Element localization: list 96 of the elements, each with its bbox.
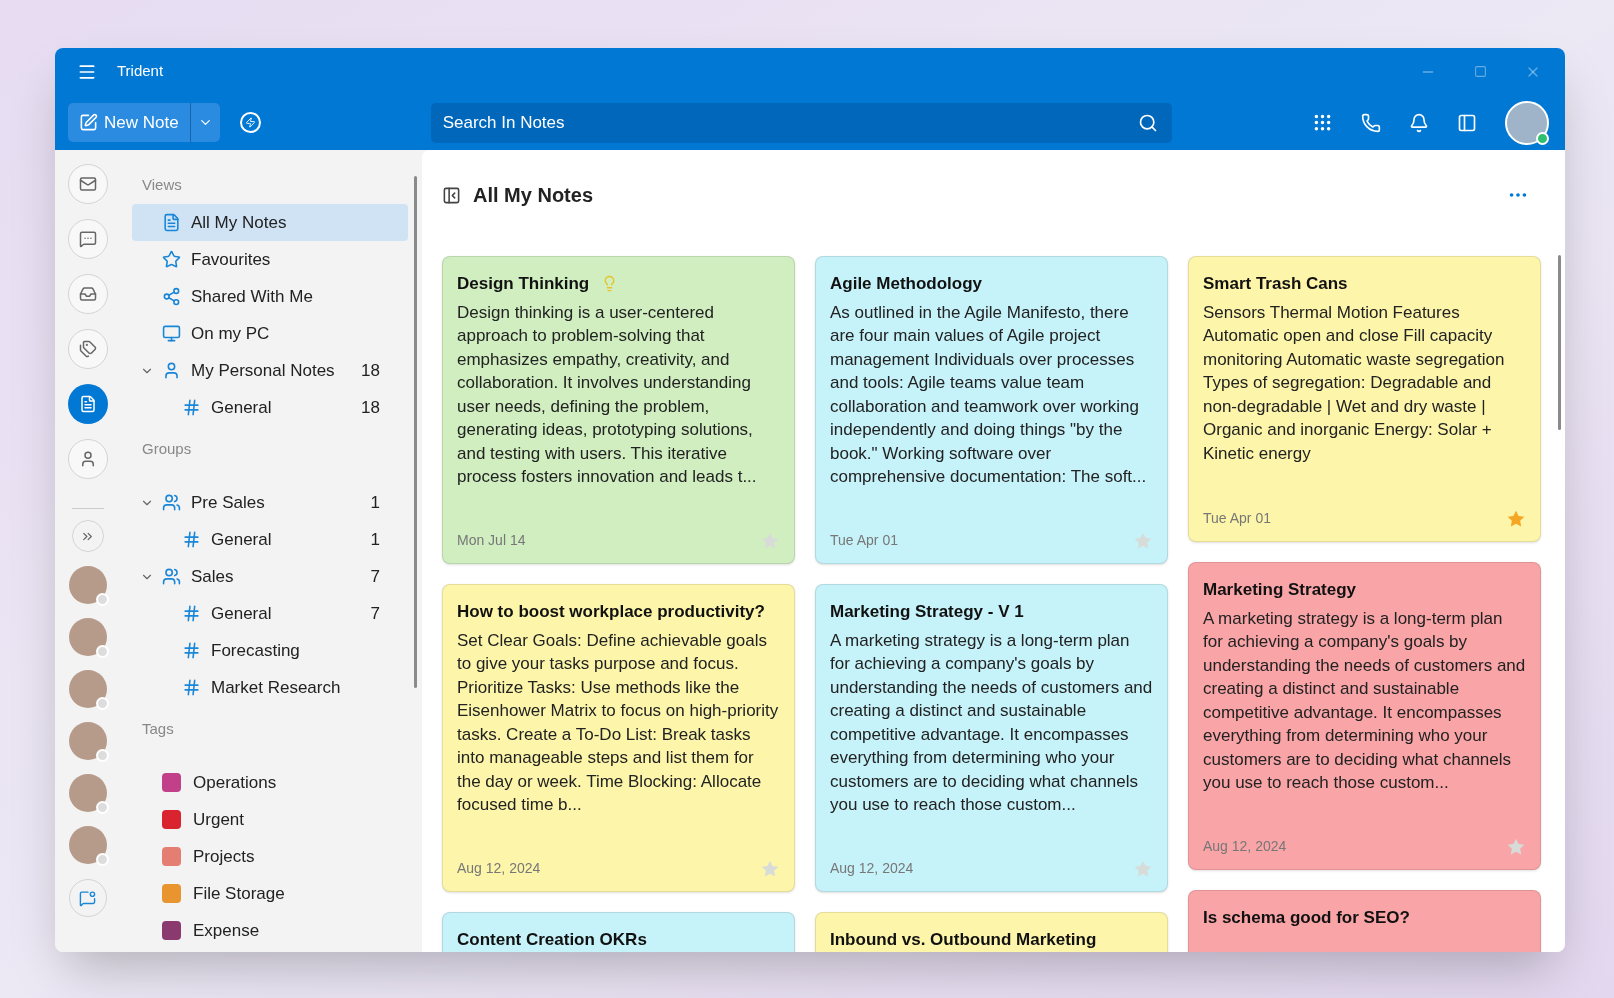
panel-icon[interactable]: [1457, 112, 1477, 133]
apps-grid-icon[interactable]: [1312, 112, 1333, 133]
note-date: Tue Apr 01: [830, 531, 898, 550]
section-heading: Tags: [141, 719, 175, 739]
mail-icon: [78, 175, 97, 193]
hash-icon: [182, 398, 201, 417]
note-title: Content Creation OKRs: [457, 929, 647, 951]
sidebar-item[interactable]: Shared With Me: [132, 278, 408, 315]
note-card[interactable]: [442, 584, 795, 892]
note-card[interactable]: [815, 256, 1168, 564]
tag-item[interactable]: Projects: [132, 838, 408, 875]
search-field[interactable]: Search In Notes: [430, 102, 1172, 143]
contact-avatar[interactable]: [68, 722, 107, 760]
lightning-button[interactable]: [239, 112, 261, 133]
section-heading: Views: [141, 175, 183, 195]
note-card[interactable]: Inbound vs. Outbound Marketing: [815, 912, 1168, 952]
phone-icon[interactable]: [1361, 112, 1381, 133]
note-icon: [162, 213, 181, 232]
note-card[interactable]: [442, 256, 795, 564]
contact-avatar[interactable]: [68, 618, 107, 656]
hash-icon: [182, 530, 201, 549]
note-date: Aug 12, 2024: [457, 859, 541, 878]
sidebar-item[interactable]: Favourites: [132, 241, 408, 278]
chat-icon: [79, 889, 96, 907]
tray-icon: [78, 285, 97, 303]
channel-item[interactable]: Market Research: [132, 669, 408, 706]
rail-button[interactable]: [67, 439, 108, 479]
note-title: Design Thinking: [457, 273, 590, 295]
rail-button[interactable]: [67, 329, 108, 369]
tag-icon: [78, 340, 97, 358]
note-title: Marketing Strategy: [1203, 579, 1357, 601]
note-card[interactable]: [815, 584, 1168, 892]
hash-icon: [182, 604, 201, 623]
note-card[interactable]: Is schema good for SEO?: [1188, 890, 1541, 952]
note-icon: [78, 395, 97, 413]
note-title: Agile Methodology: [830, 273, 983, 295]
share-icon: [162, 287, 181, 306]
sidebar-item[interactable]: On my PC: [132, 315, 408, 352]
note-date: Mon Jul 14: [457, 531, 526, 550]
panel-title: All My Notes: [473, 183, 594, 208]
channel-item[interactable]: General 7: [132, 595, 408, 632]
rail-button[interactable]: [67, 164, 108, 204]
bell-icon[interactable]: [1409, 112, 1429, 133]
search-icon[interactable]: [1137, 112, 1158, 133]
scrollbar[interactable]: [1558, 255, 1561, 430]
note-title: Smart Trash Cans: [1203, 273, 1348, 295]
hash-icon: [182, 678, 201, 697]
tag-item[interactable]: Urgent: [132, 801, 408, 838]
person-icon: [162, 361, 181, 380]
rail-button[interactable]: [67, 274, 108, 314]
sidebar-item[interactable]: My Personal Notes 18: [132, 352, 408, 389]
note-title: Inbound vs. Outbound Marketing: [830, 929, 1097, 951]
note-date: Tue Apr 01: [1203, 509, 1271, 528]
sidebar-item[interactable]: Pre Sales 1: [132, 484, 408, 521]
contact-avatar[interactable]: [68, 774, 107, 812]
people-icon: [162, 567, 181, 586]
pen-square-icon: [79, 113, 98, 132]
star-icon: [162, 250, 181, 269]
chat-icon: [78, 230, 97, 248]
note-body: As outlined in the Agile Manifesto, there are four main values of Agile project management Individuals over processes and tools: Agile teams value team collaboration and teamwork over working independently and doing things "by the book." Working software over comprehensive documentation: The soft...: [830, 301, 1148, 488]
channel-item[interactable]: General 18: [132, 389, 408, 426]
channel-item[interactable]: General 1: [132, 521, 408, 558]
rail-button[interactable]: [67, 219, 108, 259]
tag-item[interactable]: Operations: [132, 764, 408, 801]
note-date: Aug 12, 2024: [1203, 837, 1287, 856]
lightning-icon: [244, 117, 256, 128]
rail-button[interactable]: [67, 384, 108, 424]
note-card[interactable]: [1188, 256, 1541, 542]
tag-item[interactable]: Expense: [132, 912, 408, 949]
hash-icon: [182, 641, 201, 660]
note-title: Marketing Strategy - V 1: [830, 601, 1024, 623]
contact-avatar[interactable]: [68, 566, 107, 604]
note-body: Design thinking is a user-centered approach to problem-solving that emphasizes empathy, creativity, and collaboration. It involves understanding user needs, defining the problem, generating ideas, prototyping solutions, and testing with users. This iterative process fosters innovation and leads t...: [457, 301, 758, 488]
collapse-panel-icon[interactable]: [442, 185, 461, 205]
scrollbar[interactable]: [414, 176, 417, 688]
sidebar-item[interactable]: All My Notes: [132, 204, 408, 241]
monitor-icon: [162, 324, 181, 343]
contact-avatar[interactable]: [68, 826, 107, 864]
note-date: Aug 12, 2024: [830, 859, 914, 878]
user-avatar[interactable]: [1505, 100, 1549, 145]
note-title: Is schema good for SEO?: [1203, 907, 1410, 929]
tag-item[interactable]: File Storage: [132, 875, 408, 912]
note-body: Sensors Thermal Motion Features Automatic open and close Fill capacity monitoring Automatic waste segregation Types of segregation: Degradable and non-degradable | Wet and dry waste | Organic and inorganic Energy: Solar + Kinetic energy: [1203, 301, 1506, 465]
sidebar-item[interactable]: Sales 7: [132, 558, 408, 595]
contact-avatar[interactable]: [68, 670, 107, 708]
channel-item[interactable]: Forecasting: [132, 632, 408, 669]
note-body: Set Clear Goals: Define achievable goals to give your tasks purpose and focus. Prioritize Tasks: Use methods like the Eisenhower Matrix to focus on high-priority tasks. Create a To-Do List: Break tasks into manageable steps and list them for the day or week. Time Blocking: Allocate focused time b...: [457, 629, 780, 816]
note-card[interactable]: [1188, 562, 1541, 870]
note-body: A marketing strategy is a long-term plan for achieving a company's goals by understanding the needs of customers and creating a distinct and sustainable competitive advantage. It encompasses everything from determining who your customers are to deciding what channels you use to reach those custom...: [1203, 607, 1526, 794]
window-title: Trident: [117, 61, 164, 82]
new-note-button[interactable]: New Note: [68, 103, 190, 142]
section-heading: Groups: [141, 439, 193, 459]
note-body: A marketing strategy is a long-term plan for achieving a company's goals by understanding the needs of customers and creating a distinct and sustainable competitive advantage. It encompasses everything from determining who your customers are to deciding what channels you use to reach those custom...: [830, 629, 1153, 816]
people-icon: [162, 493, 181, 512]
note-card[interactable]: Content Creation OKRs: [442, 912, 795, 952]
note-title: How to boost workplace productivity?: [457, 601, 765, 623]
